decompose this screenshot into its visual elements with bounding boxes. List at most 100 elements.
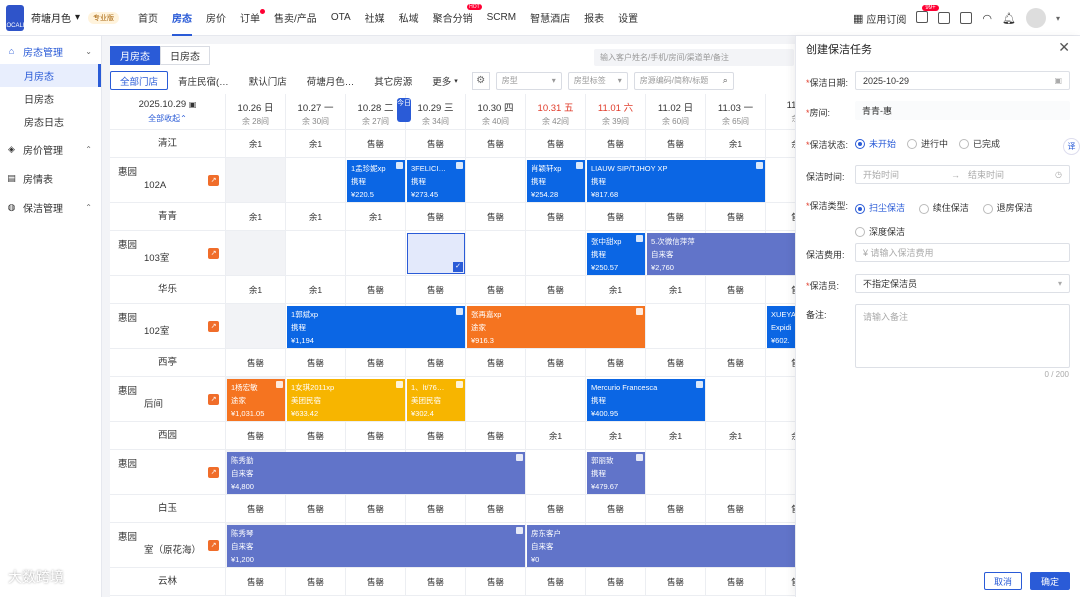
- availability-cell[interactable]: 售罄: [646, 203, 706, 231]
- availability-cell[interactable]: 余1: [286, 276, 346, 304]
- room-day-cell[interactable]: [226, 158, 286, 203]
- gear-icon[interactable]: ⚙: [471, 71, 490, 90]
- availability-cell[interactable]: 售罄: [346, 276, 406, 304]
- nav-item[interactable]: 房价: [199, 0, 233, 36]
- room-channel-icon[interactable]: ↗: [208, 248, 219, 259]
- store-switcher[interactable]: 荷塘月色 ▾ 专业版: [31, 10, 120, 25]
- day-column-header[interactable]: 10.30 四余 40间: [466, 94, 526, 130]
- chevron-down-icon[interactable]: ▾: [1056, 14, 1060, 23]
- availability-cell[interactable]: 余1: [346, 203, 406, 231]
- room-day-cell[interactable]: [226, 231, 286, 276]
- day-column-header[interactable]: 10.29 三余 34间: [406, 94, 466, 130]
- room-day-cell[interactable]: [226, 304, 286, 349]
- availability-cell[interactable]: 余1: [706, 422, 766, 450]
- booking-block[interactable]: 1郭斌xp 携程 ¥1,194: [287, 306, 465, 348]
- availability-cell[interactable]: 余1: [286, 203, 346, 231]
- room-day-cell[interactable]: [466, 158, 526, 203]
- availability-cell[interactable]: 售罄: [586, 568, 646, 596]
- availability-cell[interactable]: 余1: [586, 422, 646, 450]
- selected-cell[interactable]: ✓: [407, 233, 465, 274]
- availability-cell[interactable]: 售罄: [706, 203, 766, 231]
- availability-cell[interactable]: 售: [766, 349, 796, 377]
- sidebar-item-monthly[interactable]: 月房态: [0, 64, 101, 87]
- availability-cell[interactable]: 余1: [286, 130, 346, 158]
- availability-cell[interactable]: 售罄: [586, 203, 646, 231]
- nav-item[interactable]: 首页: [131, 0, 165, 36]
- avatar[interactable]: [1025, 8, 1046, 28]
- edit-icon[interactable]: [960, 12, 973, 24]
- availability-cell[interactable]: 售罄: [406, 568, 466, 596]
- nav-item[interactable]: 社媒: [358, 0, 392, 36]
- room-day-cell[interactable]: [286, 231, 346, 276]
- availability-cell[interactable]: 售罄: [466, 495, 526, 523]
- availability-cell[interactable]: 余1: [226, 130, 286, 158]
- nav-item[interactable]: OTA: [324, 0, 358, 36]
- nav-item[interactable]: 房态: [165, 0, 199, 36]
- sidebar-group-cleaning[interactable]: ◍ 保洁管理 ⌃: [0, 194, 101, 220]
- room-day-cell[interactable]: [346, 231, 406, 276]
- sidebar-group-report[interactable]: ▤ 房情表: [0, 165, 101, 191]
- availability-cell[interactable]: 售罄: [406, 495, 466, 523]
- booking-block[interactable]: 郭丽致 携程 ¥479.67: [587, 452, 645, 494]
- nav-item[interactable]: 智慧酒店: [523, 0, 577, 36]
- translate-icon[interactable]: 译: [1063, 138, 1080, 155]
- store-tab-more[interactable]: 更多 ▾: [422, 71, 468, 90]
- availability-cell[interactable]: 售罄: [646, 495, 706, 523]
- search-icon[interactable]: ⌕: [723, 75, 728, 86]
- availability-cell[interactable]: 售罄: [706, 495, 766, 523]
- sidebar-item-log[interactable]: 房态日志: [0, 110, 101, 133]
- confirm-button[interactable]: 确定: [1030, 572, 1070, 590]
- download-icon[interactable]: [938, 12, 951, 24]
- nav-item[interactable]: 订单: [233, 0, 267, 36]
- availability-cell[interactable]: 售罄: [226, 495, 286, 523]
- availability-cell[interactable]: 余1: [226, 276, 286, 304]
- availability-cell[interactable]: 售罄: [346, 495, 406, 523]
- room-day-cell[interactable]: [646, 304, 706, 349]
- room-day-cell[interactable]: [706, 450, 766, 495]
- availability-cell[interactable]: 售罄: [226, 349, 286, 377]
- booking-block[interactable]: 1孟珍妮xp 携程 ¥220.5: [347, 160, 405, 202]
- availability-cell[interactable]: 售罄: [406, 130, 466, 158]
- headset-icon[interactable]: ◠: [982, 12, 992, 25]
- booking-block[interactable]: 1杨宏敏 途家 ¥1,031.05: [227, 379, 285, 421]
- store-tab-qingzhuang[interactable]: 青庄民宿(…: [168, 71, 239, 90]
- availability-cell[interactable]: 售罄: [226, 422, 286, 450]
- cancel-button[interactable]: 取消: [984, 572, 1022, 590]
- type-radio-checkout[interactable]: 退房保洁: [982, 198, 1033, 219]
- availability-cell[interactable]: 售罄: [526, 568, 586, 596]
- nav-item[interactable]: 设置: [611, 0, 645, 36]
- booking-block[interactable]: 3FELICI… 携程 ¥273.45: [407, 160, 465, 202]
- room-day-cell[interactable]: [706, 304, 766, 349]
- availability-cell[interactable]: 售罄: [466, 422, 526, 450]
- availability-cell[interactable]: 售罄: [466, 568, 526, 596]
- room-channel-icon[interactable]: ↗: [208, 540, 219, 551]
- room-channel-icon[interactable]: ↗: [208, 467, 219, 478]
- room-channel-icon[interactable]: ↗: [208, 175, 219, 186]
- room-day-cell[interactable]: [466, 377, 526, 422]
- room-day-cell[interactable]: [466, 231, 526, 276]
- room-channel-icon[interactable]: ↗: [208, 321, 219, 332]
- availability-cell[interactable]: 售罄: [466, 130, 526, 158]
- availability-cell[interactable]: 售罄: [286, 568, 346, 596]
- bell-icon[interactable]: 🔔︎: [1002, 12, 1016, 25]
- room-day-cell[interactable]: [526, 377, 586, 422]
- sidebar-group-price[interactable]: ◈ 房价管理 ⌃: [0, 136, 101, 162]
- availability-cell[interactable]: 售罄: [346, 422, 406, 450]
- day-column-header[interactable]: 11.03 一余 65间: [706, 94, 766, 130]
- availability-cell[interactable]: 售罄: [706, 276, 766, 304]
- note-textarea[interactable]: 请输入备注: [855, 304, 1070, 368]
- availability-cell[interactable]: 售罄: [466, 276, 526, 304]
- cleaning-date-field[interactable]: 2025-10-29 ▣: [855, 71, 1070, 90]
- cleaner-select[interactable]: 不指定保洁员 ▾: [855, 274, 1070, 293]
- availability-cell[interactable]: 余1: [706, 130, 766, 158]
- tab-daily[interactable]: 日房态: [160, 46, 210, 65]
- room-day-cell[interactable]: [706, 377, 766, 422]
- availability-cell[interactable]: 余: [766, 130, 796, 158]
- booking-block[interactable]: XUEYA Expidi ¥602.: [767, 306, 796, 348]
- booking-block[interactable]: 5.次微信萍萍 自来客 ¥2,760: [647, 233, 796, 275]
- booking-block[interactable]: 肖颖轩xp 携程 ¥254.28: [527, 160, 585, 202]
- availability-cell[interactable]: 售罄: [646, 349, 706, 377]
- store-tab-all[interactable]: 全部门店: [110, 71, 169, 90]
- availability-cell[interactable]: 余1: [646, 276, 706, 304]
- roomtype-select[interactable]: 房型 ▾: [495, 71, 562, 90]
